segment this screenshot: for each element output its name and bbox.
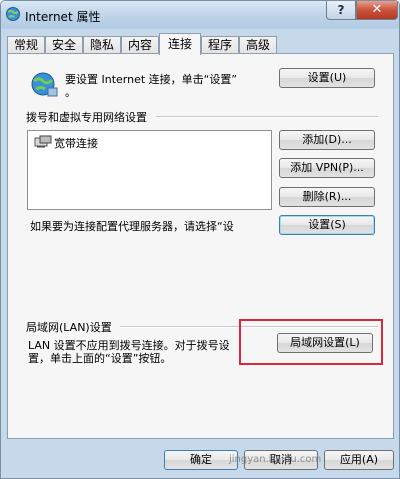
help-button[interactable]: ? (326, 1, 356, 20)
lan-description-cont: 置，单击上面的“设置”按钮。 (28, 352, 172, 365)
highlight-box (239, 319, 383, 365)
dialup-group-label: 拨号和虚拟专用网络设置 (26, 111, 147, 124)
add-connection-button[interactable]: 添加(D)... (279, 130, 375, 150)
watermark: jingyan.baidu.com (229, 454, 322, 465)
dialup-group-divider (156, 116, 378, 118)
ok-button[interactable]: 确定 (164, 450, 238, 470)
tab-advanced[interactable]: 高级 (239, 36, 277, 54)
lan-group-label: 局域网(LAN)设置 (26, 321, 112, 334)
internet-properties-window: Internet 属性 ? ✕ 常规 安全 隐私 内容 连接 程序 高级 要设置… (0, 0, 400, 479)
tab-privacy[interactable]: 隐私 (83, 36, 121, 54)
remove-connection-button[interactable]: 删除(R)... (279, 187, 375, 207)
window-title: Internet 属性 (25, 10, 101, 24)
setup-description-cont: 。 (65, 86, 76, 99)
connection-settings-button[interactable]: 设置(S) (279, 215, 375, 235)
apply-button[interactable]: 应用(A) (324, 450, 394, 470)
tab-content[interactable]: 内容 (121, 36, 159, 54)
tab-connections[interactable]: 连接 (159, 33, 201, 55)
connections-listbox[interactable]: 宽带连接 (27, 130, 272, 210)
broadband-connection-icon (34, 135, 52, 148)
network-globe-icon (31, 72, 58, 97)
tab-programs[interactable]: 程序 (201, 36, 239, 54)
title-bar[interactable]: Internet 属性 ? ✕ (1, 1, 399, 29)
tab-security[interactable]: 安全 (45, 36, 83, 54)
close-button[interactable]: ✕ (356, 1, 398, 20)
add-vpn-button[interactable]: 添加 VPN(P)... (279, 158, 375, 178)
connections-panel: 要设置 Internet 连接，单击“设置” 。 设置(U) 拨号和虚拟专用网络… (7, 53, 394, 439)
connection-name: 宽带连接 (54, 137, 98, 150)
setup-description: 要设置 Internet 连接，单击“设置” (65, 73, 238, 86)
proxy-description: 如果要为连接配置代理服务器，请选择“设 (30, 220, 234, 233)
tab-general[interactable]: 常规 (7, 36, 45, 54)
internet-globe-icon (6, 7, 20, 21)
setup-button[interactable]: 设置(U) (279, 68, 375, 88)
